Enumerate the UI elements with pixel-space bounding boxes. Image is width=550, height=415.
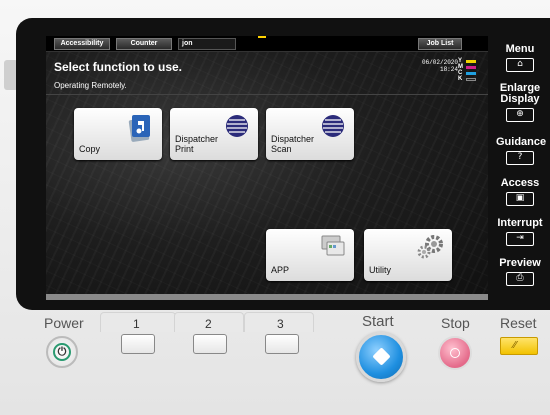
accessibility-button[interactable]: Accessibility bbox=[54, 38, 110, 50]
dispatcher-scan-label: Dispatcher Scan bbox=[271, 134, 315, 154]
device-panel: Accessibility Counter jon Job List Selec… bbox=[0, 0, 550, 415]
copy-label: Copy bbox=[79, 144, 101, 154]
status-indicator bbox=[258, 36, 266, 38]
start-button[interactable] bbox=[356, 332, 406, 382]
key-1-label: 1 bbox=[133, 317, 140, 331]
stop-label: Stop bbox=[441, 315, 470, 331]
screen-bottom-stripe bbox=[46, 294, 488, 300]
toner-levels: Y M C K bbox=[458, 58, 480, 82]
dispatcher-scan-tile[interactable]: Dispatcher Scan bbox=[266, 108, 354, 160]
page-subtitle: Operating Remotely. bbox=[54, 81, 127, 90]
time-text: 18:24 bbox=[439, 66, 458, 73]
access-button[interactable]: Access ▣ bbox=[496, 178, 544, 206]
key-2-label: 2 bbox=[205, 317, 212, 331]
interrupt-label: Interrupt bbox=[497, 217, 543, 229]
reset-label: Reset bbox=[500, 315, 537, 331]
copy-tile[interactable]: Copy bbox=[74, 108, 162, 160]
dispatcher-print-icon bbox=[224, 113, 250, 144]
power-icon: ⏻ bbox=[53, 343, 71, 361]
gear-icon bbox=[416, 234, 444, 265]
access-label: Access bbox=[500, 177, 540, 189]
stop-icon bbox=[450, 348, 460, 358]
toner-label: K bbox=[458, 76, 463, 82]
guidance-label: Guidance bbox=[496, 136, 547, 148]
menu-button[interactable]: Menu ⌂ bbox=[496, 44, 544, 72]
preview-button[interactable]: Preview ⎙ bbox=[496, 258, 544, 286]
register-key-3[interactable] bbox=[265, 334, 299, 354]
interrupt-button[interactable]: Interrupt ⇥ bbox=[496, 218, 544, 246]
access-icon: ▣ bbox=[506, 192, 534, 206]
dispatcher-print-label: Dispatcher Print bbox=[175, 134, 219, 154]
enlarge-display-label: Enlarge Display bbox=[499, 82, 541, 105]
copy-icon bbox=[126, 113, 154, 148]
touch-screen: Accessibility Counter jon Job List Selec… bbox=[46, 36, 488, 300]
start-icon bbox=[372, 347, 391, 366]
stop-button[interactable] bbox=[438, 336, 472, 370]
preview-label: Preview bbox=[499, 257, 541, 269]
register-key-1[interactable] bbox=[121, 334, 155, 354]
app-tile[interactable]: APP bbox=[266, 229, 354, 281]
enlarge-display-button[interactable]: Enlarge Display ⊕ bbox=[496, 83, 544, 122]
toner-bar-k bbox=[466, 77, 476, 81]
register-key-2[interactable] bbox=[193, 334, 227, 354]
toner-row-k: K bbox=[458, 76, 480, 82]
zoom-icon: ⊕ bbox=[506, 108, 534, 122]
reset-icon: ⁄⁄ bbox=[513, 340, 517, 351]
utility-tile[interactable]: Utility bbox=[364, 229, 452, 281]
header-divider bbox=[46, 94, 488, 95]
utility-label: Utility bbox=[369, 265, 391, 275]
counter-button[interactable]: Counter bbox=[116, 38, 172, 50]
status-bar: Accessibility Counter jon Job List bbox=[46, 36, 488, 52]
job-list-button[interactable]: Job List bbox=[418, 38, 462, 50]
power-button[interactable]: ⏻ bbox=[46, 336, 78, 368]
user-field[interactable]: jon bbox=[178, 38, 236, 50]
preview-icon: ⎙ bbox=[506, 272, 534, 286]
datetime: 06/02/2020 18:24 bbox=[422, 59, 458, 73]
menu-label: Menu bbox=[505, 43, 535, 55]
reset-button[interactable]: ⁄⁄ bbox=[500, 337, 538, 355]
page-title: Select function to use. bbox=[54, 60, 183, 74]
app-label: APP bbox=[271, 265, 290, 275]
power-label: Power bbox=[44, 315, 84, 331]
app-icon bbox=[320, 234, 346, 263]
home-icon: ⌂ bbox=[506, 58, 534, 72]
date-text: 06/02/2020 bbox=[421, 59, 458, 66]
toner-bar-c bbox=[466, 71, 476, 75]
interrupt-icon: ⇥ bbox=[506, 232, 534, 246]
dispatcher-scan-icon bbox=[320, 113, 346, 144]
start-label: Start bbox=[362, 313, 394, 330]
toner-bar-m bbox=[466, 65, 476, 69]
question-icon: ? bbox=[506, 151, 534, 165]
guidance-button[interactable]: Guidance ? bbox=[496, 136, 547, 165]
dispatcher-print-tile[interactable]: Dispatcher Print bbox=[170, 108, 258, 160]
toner-bar-y bbox=[466, 59, 476, 63]
key-3-label: 3 bbox=[277, 317, 284, 331]
